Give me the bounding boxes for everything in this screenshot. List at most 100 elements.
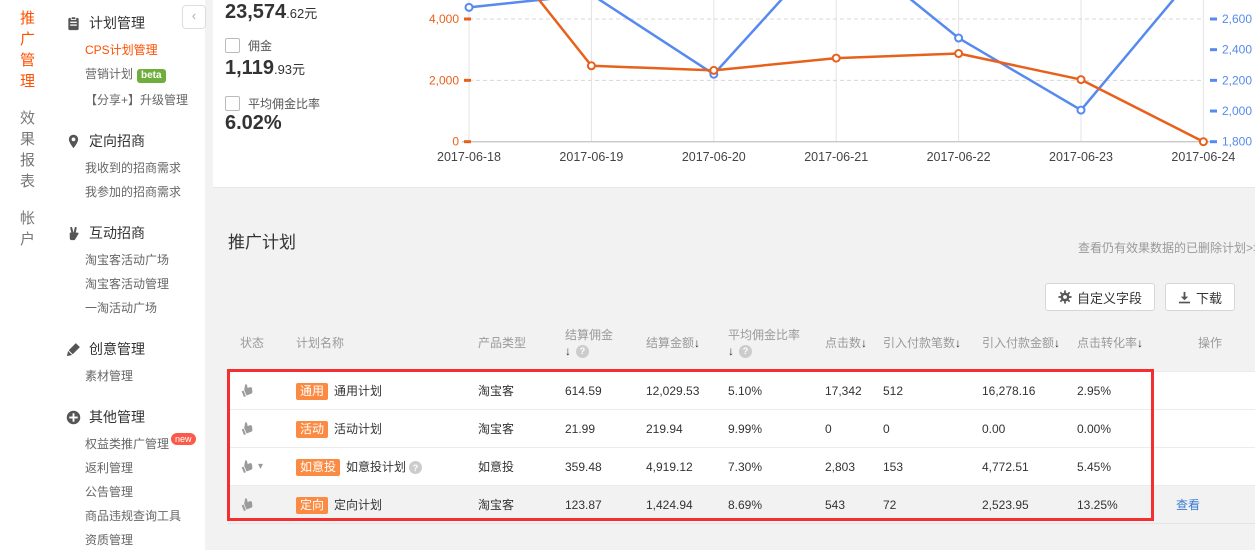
orange-line-point[interactable] [710,67,717,74]
table-toolbar: 自定义字段 下载 [1045,283,1235,311]
thumb-status-icon[interactable] [240,420,255,438]
sort-desc-icon[interactable]: ↓ [861,336,867,350]
avg-rate-checkbox-row[interactable]: 平均佣金比率 [225,95,320,112]
sidebar-item-label: 淘宝客活动管理 [85,277,169,291]
menu-section-2: 定向招商我收到的招商需求我参加的招商需求 [55,126,205,204]
menu-section-label: 定向招商 [89,131,145,151]
sidebar-item-label: 一淘活动广场 [85,301,157,315]
sort-desc-icon[interactable]: ↓ [955,336,961,350]
column-header-7[interactable]: 点击数↓ [813,315,871,371]
cell-value: 512 [871,384,970,398]
header-label: 结算佣金 [565,327,634,343]
menu-section-4: 创意管理素材管理 [55,334,205,388]
column-header-5[interactable]: 结算金额↓ [634,315,716,371]
left-rail: 推广管理效果报表帐户 [0,0,56,550]
sidebar-item[interactable]: 资质管理 [55,528,205,552]
column-header-9[interactable]: 引入付款金额↓ [970,315,1065,371]
menu-section-title[interactable]: 互动招商 [55,218,205,248]
sidebar-item[interactable]: 我收到的招商需求 [55,156,205,180]
sidebar-item-label: 资质管理 [85,533,133,547]
header-label: 点击数 [825,336,861,350]
right-axis-tick-label: 1,800 [1222,135,1252,149]
rail-item-3[interactable]: 帐户 [20,208,36,250]
thumb-status-icon[interactable] [240,496,255,514]
rail-item-1[interactable]: 推广管理 [20,8,36,92]
plan-name[interactable]: 通用计划 [334,384,382,398]
header-label: 产品类型 [478,336,526,350]
column-header-4[interactable]: 结算佣金↓? [553,315,634,371]
blue-line-point[interactable] [466,4,473,11]
menu-section-title[interactable]: 定向招商 [55,126,205,156]
table-row-2[interactable]: 活动活动计划淘宝客21.99219.949.99%000.000.00% [228,409,1255,447]
sort-desc-icon[interactable]: ↓ [728,343,734,359]
menu-section-title[interactable]: 创意管理 [55,334,205,364]
left-axis-tick-label: 2,000 [429,73,459,87]
cell-value: 4,772.51 [970,460,1065,474]
sidebar-item[interactable]: 一淘活动广场 [55,296,205,320]
column-header-10[interactable]: 点击转化率↓ [1065,315,1158,371]
sidebar-item[interactable]: 公告管理 [55,480,205,504]
sidebar-item[interactable]: 淘宝客活动管理 [55,272,205,296]
commission-checkbox-row[interactable]: 佣金 [225,37,272,54]
sidebar-item[interactable]: 【分享+】升级管理 [55,88,205,112]
header-label: 平均佣金比率 [728,327,813,343]
sidebar-item[interactable]: 淘宝客活动广场 [55,248,205,272]
column-header-3: 产品类型 [466,315,553,371]
plan-name[interactable]: 如意投计划 [346,460,406,474]
thumb-status-icon[interactable] [240,458,255,476]
caret-down-icon[interactable]: ▾ [258,461,263,472]
button-label: 自定义字段 [1077,288,1142,307]
column-header-8[interactable]: 引入付款笔数↓ [871,315,970,371]
help-icon[interactable]: ? [576,345,589,358]
sort-desc-icon[interactable]: ↓ [565,343,571,359]
thumb-status-icon[interactable] [240,382,255,400]
table-row-4[interactable]: 定向定向计划淘宝客123.871,424.948.69%543722,523.9… [228,485,1255,524]
cell-value: 17,342 [813,384,871,398]
cell-value: 614.59 [553,384,634,398]
sidebar-item[interactable]: 素材管理 [55,364,205,388]
right-axis-tick-label: 2,400 [1222,43,1252,57]
sidebar-item[interactable]: 商品违规查询工具 [55,504,205,528]
help-icon[interactable]: ? [409,461,422,474]
sidebar-item[interactable]: CPS计划管理 [55,38,205,62]
table-row-1[interactable]: 通用通用计划淘宝客614.5912,029.535.10%17,34251216… [228,371,1255,409]
sidebar-item[interactable]: 我参加的招商需求 [55,180,205,204]
sidebar-collapse-button[interactable]: ‹ [182,5,206,29]
orange-line-point[interactable] [955,50,962,57]
sidebar-item[interactable]: 返利管理 [55,456,205,480]
sort-desc-icon[interactable]: ↓ [1054,336,1060,350]
plan-name[interactable]: 定向计划 [334,498,382,512]
sort-desc-icon[interactable]: ↓ [1137,336,1143,350]
blue-line-point[interactable] [955,35,962,42]
customize-fields-button[interactable]: 自定义字段 [1045,283,1155,311]
column-header-6[interactable]: 平均佣金比率↓? [716,315,813,371]
download-button[interactable]: 下载 [1165,283,1235,311]
stat-unit: .93元 [274,62,305,77]
orange-line-point[interactable] [588,62,595,69]
blue-line-point[interactable] [1078,107,1085,114]
menu-section-label: 其他管理 [89,407,145,427]
deleted-plans-link[interactable]: 查看仍有效果数据的已删除计划>> [1078,239,1255,256]
cell-value: 0.00% [1065,422,1158,436]
view-link[interactable]: 查看 [1170,498,1200,512]
help-icon[interactable]: ? [739,345,752,358]
sidebar: ‹ 计划管理CPS计划管理营销计划beta【分享+】升级管理定向招商我收到的招商… [55,0,205,550]
sidebar-item[interactable]: 权益类推广管理new [55,432,205,456]
map-pin-icon [65,133,81,149]
orange-line-point[interactable] [1200,138,1207,145]
orange-line-point[interactable] [833,55,840,62]
header-label: 引入付款笔数 [883,336,955,350]
plan-name[interactable]: 活动计划 [334,422,382,436]
checkbox[interactable] [225,38,240,53]
sidebar-item[interactable]: 营销计划beta [55,62,205,88]
cell-value: 16,278.16 [970,384,1065,398]
left-axis-tick-label: 0 [452,135,459,149]
checkbox[interactable] [225,96,240,111]
table-row-3[interactable]: ▾如意投如意投计划?如意投359.484,919.127.30%2,803153… [228,447,1255,485]
plan-type-badge: 通用 [296,383,328,400]
menu-section-title[interactable]: 其他管理 [55,402,205,432]
right-axis-tick-label: 2,600 [1222,12,1252,26]
sort-desc-icon[interactable]: ↓ [694,336,700,350]
orange-line-point[interactable] [1078,76,1085,83]
rail-item-2[interactable]: 效果报表 [20,108,36,192]
